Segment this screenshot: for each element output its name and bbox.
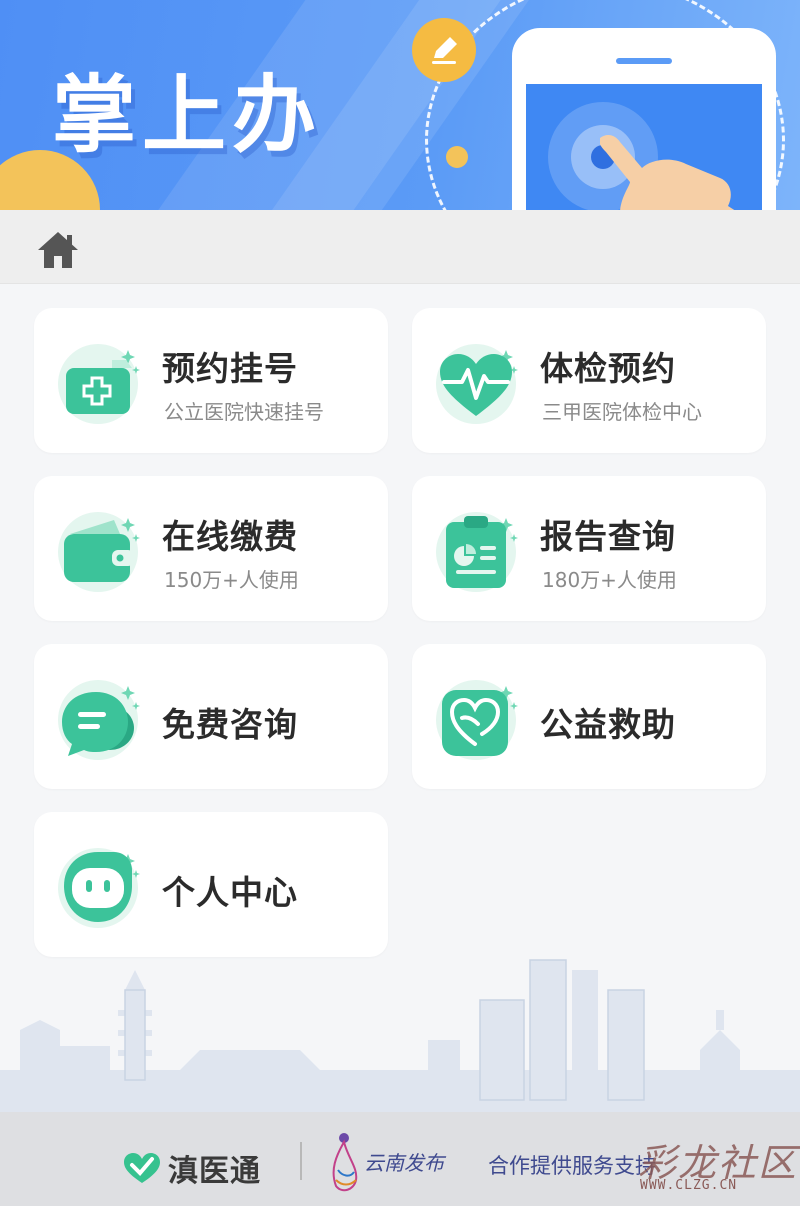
service-subtitle: 180万+人使用 [542, 568, 677, 592]
peacock-logo-icon [332, 1133, 358, 1192]
nav-bar [0, 210, 800, 284]
watermark-url: WWW.CLZG.CN [640, 1178, 738, 1193]
banner-yellow-dot [446, 146, 468, 168]
footer-brand: 滇医通 [168, 1154, 261, 1189]
service-title: 预约挂号 [162, 349, 298, 388]
service-card-charity[interactable]: 公益救助 [412, 644, 766, 789]
footer-bar: 滇医通 云南发布 合作提供服务支持 彩龙社区 WWW.CLZG.CN [0, 1112, 800, 1206]
top-banner: 掌上办 [0, 0, 800, 210]
service-card-profile[interactable]: 个人中心 [34, 812, 388, 957]
service-card-report[interactable]: 报告查询 180万+人使用 [412, 476, 766, 621]
service-subtitle: 三甲医院体检中心 [542, 400, 702, 424]
hospital-card-icon [58, 344, 140, 424]
service-title: 体检预约 [540, 349, 676, 388]
home-icon[interactable] [36, 228, 80, 272]
smiley-face-icon [58, 848, 140, 928]
service-card-consult[interactable]: 免费咨询 [34, 644, 388, 789]
heartbeat-icon [436, 344, 518, 424]
wallet-icon [58, 512, 140, 592]
banner-title: 掌上办 [52, 66, 323, 164]
heart-logo-icon [124, 1153, 160, 1183]
yunnan-publish-logo: 云南发布 [322, 1126, 444, 1196]
city-skyline-illustration [0, 959, 800, 1112]
service-title: 公益救助 [540, 705, 676, 744]
dianyitong-logo: 滇医通 [122, 1146, 261, 1190]
heart-hand-icon [436, 680, 518, 760]
service-card-appointment[interactable]: 预约挂号 公立医院快速挂号 [34, 308, 388, 453]
footer-publisher: 云南发布 [364, 1150, 444, 1175]
pencil-icon [412, 18, 476, 82]
service-subtitle: 公立医院快速挂号 [164, 400, 324, 424]
service-title: 免费咨询 [162, 705, 298, 744]
service-title: 个人中心 [162, 873, 298, 912]
chat-bubble-icon [58, 680, 140, 760]
service-card-payment[interactable]: 在线缴费 150万+人使用 [34, 476, 388, 621]
service-subtitle: 150万+人使用 [164, 568, 299, 592]
service-card-checkup[interactable]: 体检预约 三甲医院体检中心 [412, 308, 766, 453]
service-title: 报告查询 [540, 517, 676, 556]
footer-support-text: 合作提供服务支持 [488, 1154, 656, 1178]
footer-divider [300, 1142, 302, 1180]
service-title: 在线缴费 [162, 517, 298, 556]
report-clipboard-icon [436, 512, 518, 592]
pointing-hand-icon [600, 135, 735, 210]
